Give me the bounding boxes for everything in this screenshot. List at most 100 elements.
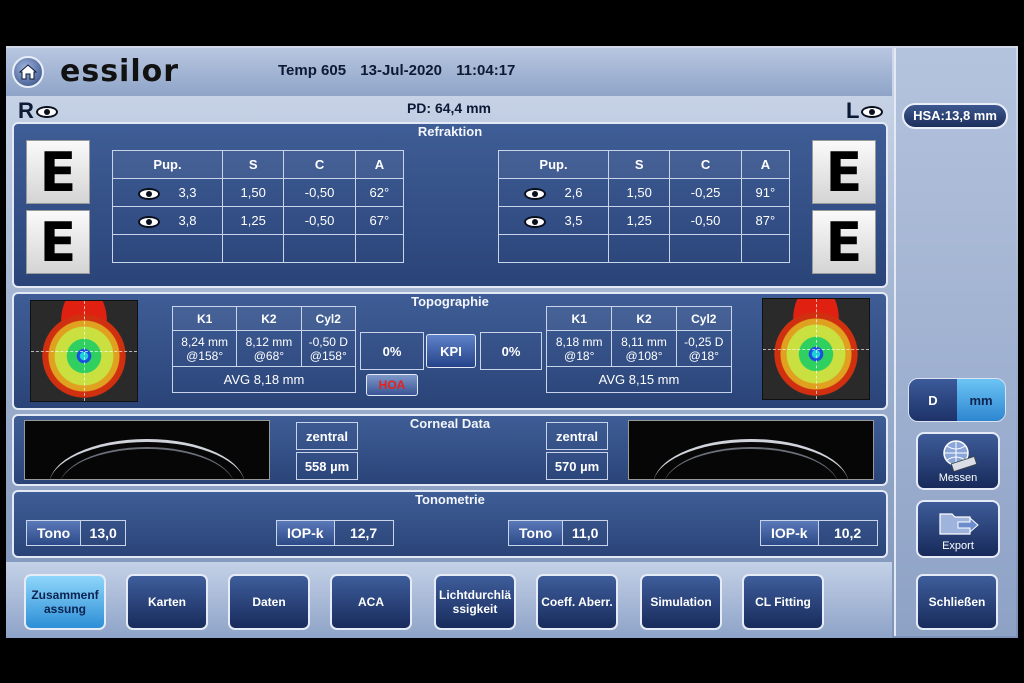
header-info: Temp 605 13-Jul-2020 11:04:17 bbox=[278, 62, 525, 79]
tonometrie-panel: Tonometrie bbox=[12, 490, 888, 558]
eye-icon bbox=[524, 187, 547, 200]
measure-label: Messen bbox=[938, 472, 978, 484]
tab-coeff-aberr[interactable]: Coeff. Aberr. bbox=[536, 574, 618, 630]
pup-value: 3,8 bbox=[178, 213, 197, 228]
kpi-button[interactable]: KPI bbox=[426, 334, 476, 368]
home-button[interactable] bbox=[12, 56, 44, 88]
tonometrie-title: Tonometrie bbox=[415, 492, 485, 507]
col-k2: K2 bbox=[611, 306, 677, 331]
pupil-cell: 3,5 bbox=[498, 206, 609, 235]
time-label: 11:04:17 bbox=[456, 62, 516, 79]
avg-value: AVG 8,15 mm bbox=[546, 366, 732, 393]
col-a: A bbox=[740, 150, 791, 179]
table-row[interactable]: 3,8 1,25 -0,50 67° bbox=[112, 206, 405, 235]
col-c: C bbox=[283, 150, 356, 179]
cyl2-value: -0,50 D @158° bbox=[300, 330, 357, 367]
pup-value: 3,5 bbox=[564, 213, 583, 228]
c-cell: -0,25 bbox=[669, 178, 742, 207]
left-eye-letter: L bbox=[846, 98, 860, 123]
export-button[interactable]: Export bbox=[916, 500, 1000, 558]
tono-key: Tono bbox=[27, 521, 82, 545]
temp-label: Temp 605 bbox=[278, 62, 347, 79]
topography-map-right[interactable] bbox=[30, 300, 138, 402]
avg-value: AVG 8,18 mm bbox=[172, 366, 356, 393]
pupil-cell: 3,3 bbox=[112, 178, 223, 207]
cyl2-value: -0,25 D @18° bbox=[675, 330, 733, 367]
a-cell: 67° bbox=[354, 206, 405, 235]
a-cell: 87° bbox=[740, 206, 791, 235]
tab-data[interactable]: Daten bbox=[228, 574, 310, 630]
tab-simulation[interactable]: Simulation bbox=[640, 574, 722, 630]
left-eye-indicator: L bbox=[846, 98, 884, 124]
hsa-badge[interactable]: HSA:13,8 mm bbox=[902, 103, 1008, 129]
k2-value: 8,11 mm @108° bbox=[611, 330, 677, 367]
topography-map-left[interactable] bbox=[762, 298, 870, 400]
col-cyl2: Cyl2 bbox=[675, 306, 733, 331]
table-row[interactable]: 2,6 1,50 -0,25 91° bbox=[498, 178, 791, 207]
unit-toggle[interactable]: D mm bbox=[908, 378, 1006, 422]
col-k1: K1 bbox=[545, 306, 613, 331]
globe-ruler-icon bbox=[943, 440, 978, 473]
pup-value: 2,6 bbox=[564, 185, 583, 200]
date-label: 13-Jul-2020 bbox=[360, 62, 442, 79]
pd-label: PD: 64,4 mm bbox=[406, 100, 492, 116]
zentral-label-right: zentral bbox=[296, 422, 358, 450]
iopk-key: IOP-k bbox=[761, 521, 819, 545]
table-row bbox=[498, 234, 791, 263]
measure-button[interactable]: Messen bbox=[916, 432, 1000, 490]
acuity-chart-top-right[interactable]: E bbox=[26, 140, 90, 204]
iopk-value: 12,7 bbox=[349, 525, 378, 541]
s-cell: 1,25 bbox=[607, 206, 671, 235]
refraktion-title: Refraktion bbox=[417, 124, 483, 139]
refraktion-table-left: Pup. S C A 2,6 1,50 -0,25 91° 3,5 1,25 -… bbox=[498, 150, 791, 263]
tab-summary[interactable]: Zusammenf assung bbox=[24, 574, 106, 630]
c-cell: -0,50 bbox=[669, 206, 742, 235]
tono-left: Tono 11,0 bbox=[508, 520, 609, 546]
a-cell: 91° bbox=[740, 178, 791, 207]
unit-d-button[interactable]: D bbox=[909, 379, 957, 421]
tab-maps[interactable]: Karten bbox=[126, 574, 208, 630]
tono-value: 13,0 bbox=[89, 525, 117, 541]
table-header-row: Pup. S C A bbox=[498, 150, 791, 179]
tono-key: Tono bbox=[509, 521, 564, 545]
k2-value: 8,12 mm @68° bbox=[236, 330, 302, 367]
s-cell: 1,50 bbox=[221, 178, 285, 207]
eye-icon bbox=[138, 187, 161, 200]
eye-icon bbox=[138, 215, 161, 228]
topo-table-right: K1 K2 Cyl2 8,24 mm @158° 8,12 mm @68° -0… bbox=[171, 306, 357, 393]
eye-icon bbox=[524, 215, 547, 228]
s-cell: 1,25 bbox=[221, 206, 285, 235]
home-icon bbox=[19, 64, 37, 80]
pup-value: 3,3 bbox=[178, 185, 197, 200]
acuity-chart-bottom-right[interactable]: E bbox=[26, 210, 90, 274]
pachymetry-left: 570 µm bbox=[546, 452, 608, 480]
tab-transmission[interactable]: Lichtdurchlä ssigkeit bbox=[434, 574, 516, 630]
col-s: S bbox=[221, 150, 285, 179]
tono-value: 11,0 bbox=[571, 525, 599, 541]
tono-right: Tono 13,0 bbox=[26, 520, 127, 546]
col-c: C bbox=[669, 150, 742, 179]
table-header-row: Pup. S C A bbox=[112, 150, 405, 179]
close-button[interactable]: Schließen bbox=[916, 574, 998, 630]
tab-cl-fitting[interactable]: CL Fitting bbox=[742, 574, 824, 630]
s-cell: 1,50 bbox=[607, 178, 671, 207]
acuity-chart-bottom-left[interactable]: E bbox=[812, 210, 876, 274]
pupil-cell: 3,8 bbox=[112, 206, 223, 235]
k1-value: 8,18 mm @18° bbox=[545, 330, 613, 367]
cornea-image-left[interactable] bbox=[628, 420, 874, 480]
table-row[interactable]: 3,3 1,50 -0,50 62° bbox=[112, 178, 405, 207]
acuity-chart-top-left[interactable]: E bbox=[812, 140, 876, 204]
unit-mm-button[interactable]: mm bbox=[957, 379, 1005, 421]
eye-icon bbox=[861, 106, 884, 119]
table-row[interactable]: 3,5 1,25 -0,50 87° bbox=[498, 206, 791, 235]
pupil-cell: 2,6 bbox=[498, 178, 609, 207]
hoa-button[interactable]: HOA bbox=[366, 374, 418, 396]
col-k2: K2 bbox=[236, 306, 302, 331]
percent-right: 0% bbox=[360, 332, 424, 370]
cornea-image-right[interactable] bbox=[24, 420, 270, 480]
zentral-label-left: zentral bbox=[546, 422, 608, 450]
col-pup: Pup. bbox=[498, 150, 609, 179]
a-cell: 62° bbox=[354, 178, 405, 207]
tab-aca[interactable]: ACA bbox=[330, 574, 412, 630]
c-cell: -0,50 bbox=[283, 178, 356, 207]
